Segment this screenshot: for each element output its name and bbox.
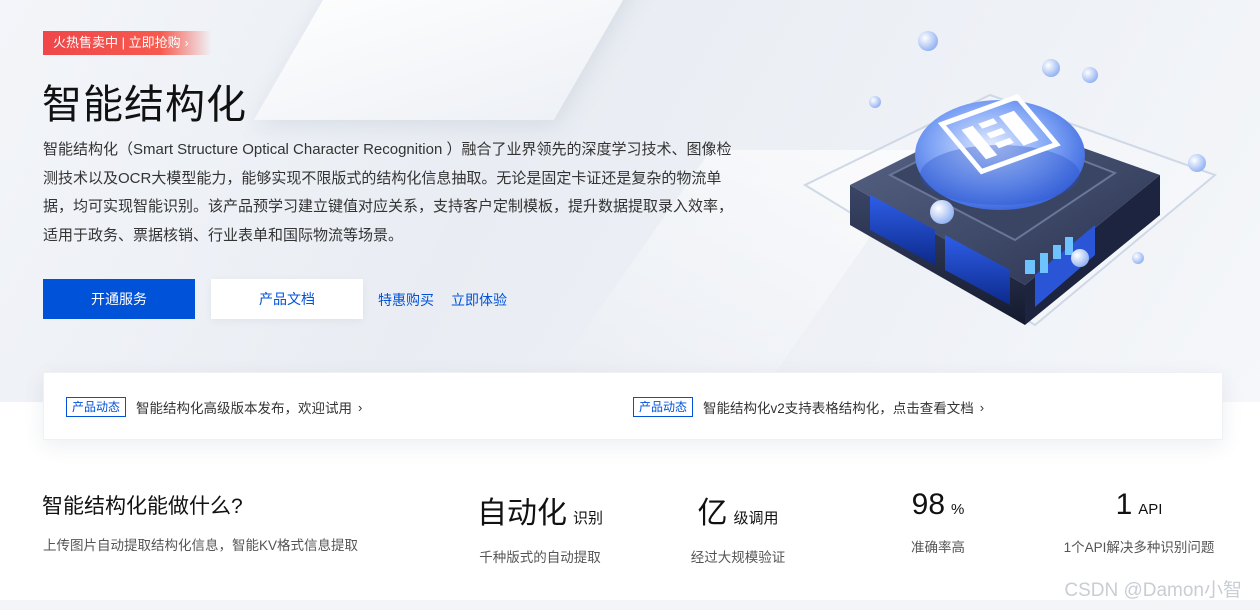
stat-value: 98 — [911, 488, 946, 521]
stat-unit: % — [951, 501, 965, 518]
stat-value: 自动化 — [476, 497, 567, 530]
news-text: 智能结构化v2支持表格结构化，点击查看文档 — [703, 401, 974, 416]
product-docs-button[interactable]: 产品文档 — [211, 279, 363, 319]
hero-banner: 火热售卖中 | 立即抢购 › 智能结构化 智能结构化（Smart Structu… — [0, 0, 1260, 402]
stat-unit: 识别 — [572, 510, 603, 527]
capabilities-title: 智能结构化能做什么? — [42, 495, 243, 518]
stat-value: 1 — [1115, 488, 1133, 521]
stat-label: 1个API解决多种识别问题 — [1063, 540, 1215, 555]
try-now-link[interactable]: 立即体验 — [451, 290, 507, 310]
chip-illustration-icon — [802, 31, 1217, 327]
news-item[interactable]: 产品动态 智能结构化v2支持表格结构化，点击查看文档 › — [633, 397, 984, 417]
stat-unit: 级调用 — [733, 510, 779, 527]
news-text: 智能结构化高级版本发布，欢迎试用 — [136, 401, 353, 416]
stat-label: 千种版式的自动提取 — [479, 550, 601, 565]
hero-decoration — [253, 0, 647, 120]
stat-automation: 自动化 识别 千种版式的自动提取 — [470, 488, 610, 566]
news-bar: 产品动态 智能结构化高级版本发布，欢迎试用 › 产品动态 智能结构化v2支持表格… — [43, 372, 1223, 440]
news-item[interactable]: 产品动态 智能结构化高级版本发布，欢迎试用 › — [66, 397, 362, 417]
stat-scale: 亿级调用 经过大规模验证 — [673, 488, 803, 566]
chevron-right-icon: › — [358, 399, 363, 415]
chevron-right-icon: › — [184, 36, 189, 50]
activate-service-button[interactable]: 开通服务 — [43, 279, 195, 319]
stat-unit: API — [1138, 501, 1163, 518]
news-badge: 产品动态 — [66, 397, 127, 417]
product-description: 智能结构化（Smart Structure Optical Character … — [43, 141, 734, 244]
stat-api: 1 API 1个API解决多种识别问题 — [1050, 488, 1228, 556]
capabilities-subtitle: 上传图片自动提取结构化信息，智能KV格式信息提取 — [43, 538, 359, 553]
promo-label: 火热售卖中 | 立即抢购 — [53, 35, 181, 50]
stat-value: 亿 — [697, 497, 728, 530]
watermark: CSDN @Damon小智 — [1064, 580, 1242, 601]
chevron-right-icon: › — [979, 399, 985, 415]
stat-label: 准确率高 — [911, 540, 965, 555]
discount-purchase-link[interactable]: 特惠购买 — [378, 290, 434, 310]
stat-label: 经过大规模验证 — [690, 550, 786, 565]
stat-accuracy: 98% 准确率高 — [878, 488, 998, 556]
page-title: 智能结构化 — [42, 83, 247, 127]
news-badge: 产品动态 — [633, 397, 694, 417]
promo-tag[interactable]: 火热售卖中 | 立即抢购 › — [43, 31, 211, 55]
